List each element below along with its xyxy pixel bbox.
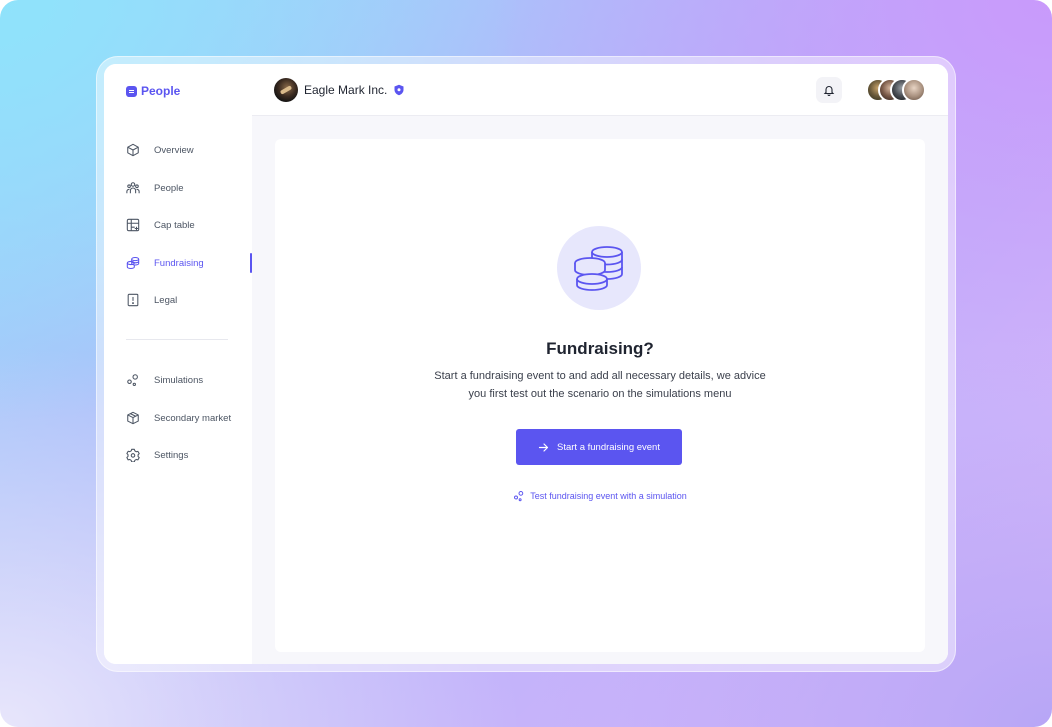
sidebar-item-label: Simulations (154, 374, 204, 386)
sidebar-item-cap-table[interactable]: Cap table (126, 215, 252, 235)
sidebar-item-secondary-market[interactable]: Secondary market (126, 408, 252, 428)
test-with-simulation-link[interactable]: Test fundraising event with a simulation (508, 489, 692, 503)
avatar (902, 78, 926, 102)
sidebar-item-label: People (154, 182, 184, 194)
empty-state-card: Fundraising? Start a fundraising event t… (275, 139, 925, 652)
sidebar-item-settings[interactable]: Settings (126, 445, 252, 465)
company-name: Eagle Mark Inc. (304, 83, 388, 97)
app-window: People Overview People Cap table Fundrai… (104, 64, 948, 664)
empty-state-description: Start a fundraising event to and add all… (434, 370, 766, 400)
settings-icon (126, 448, 140, 462)
sidebar-item-overview[interactable]: Overview (126, 140, 252, 160)
sidebar-divider (126, 339, 228, 340)
people-icon (126, 182, 140, 194)
sidebar: People Overview People Cap table Fundrai… (104, 64, 252, 664)
sidebar-item-label: Cap table (154, 219, 195, 231)
app-logo-label: People (141, 84, 181, 98)
notifications-button[interactable] (816, 77, 842, 103)
arrow-right-icon (538, 442, 549, 452)
coins-stack-icon (574, 246, 623, 291)
sidebar-item-label: Overview (154, 144, 194, 156)
app-logo[interactable]: People (126, 82, 180, 100)
top-bar: Eagle Mark Inc. (252, 64, 948, 116)
sidebar-item-label: Settings (154, 449, 189, 461)
sidebar-item-label: Secondary market (154, 412, 232, 424)
logo-icon (126, 85, 137, 97)
cube-icon (127, 143, 139, 157)
bell-icon (823, 86, 835, 96)
sidebar-item-simulations[interactable]: Simulations (126, 370, 252, 390)
verified-shield-icon (394, 84, 404, 96)
test-with-simulation-label: Test fundraising event with a simulation (530, 491, 687, 501)
start-fundraising-button[interactable]: Start a fundraising event (516, 429, 682, 465)
sidebar-item-people[interactable]: People (126, 178, 252, 198)
company-logo (274, 78, 298, 102)
sidebar-item-label: Fundraising (154, 257, 204, 269)
sidebar-item-legal[interactable]: Legal (126, 290, 252, 310)
empty-state-illustration (557, 226, 641, 310)
package-icon (127, 411, 139, 425)
coins-icon (126, 256, 140, 270)
start-fundraising-button-label: Start a fundraising event (557, 441, 660, 453)
team-avatars[interactable] (866, 78, 926, 102)
legal-doc-icon (127, 293, 139, 307)
sidebar-item-fundraising[interactable]: Fundraising (126, 253, 252, 273)
empty-state-title: Fundraising? (546, 339, 654, 358)
main-area: Eagle Mark Inc. Fundraising? Start a fun… (252, 64, 948, 664)
table-icon (126, 218, 140, 232)
sidebar-item-label: Legal (154, 294, 178, 306)
company-switcher[interactable]: Eagle Mark Inc. (274, 77, 405, 103)
simulation-icon (514, 491, 524, 502)
simulation-icon (127, 374, 138, 387)
